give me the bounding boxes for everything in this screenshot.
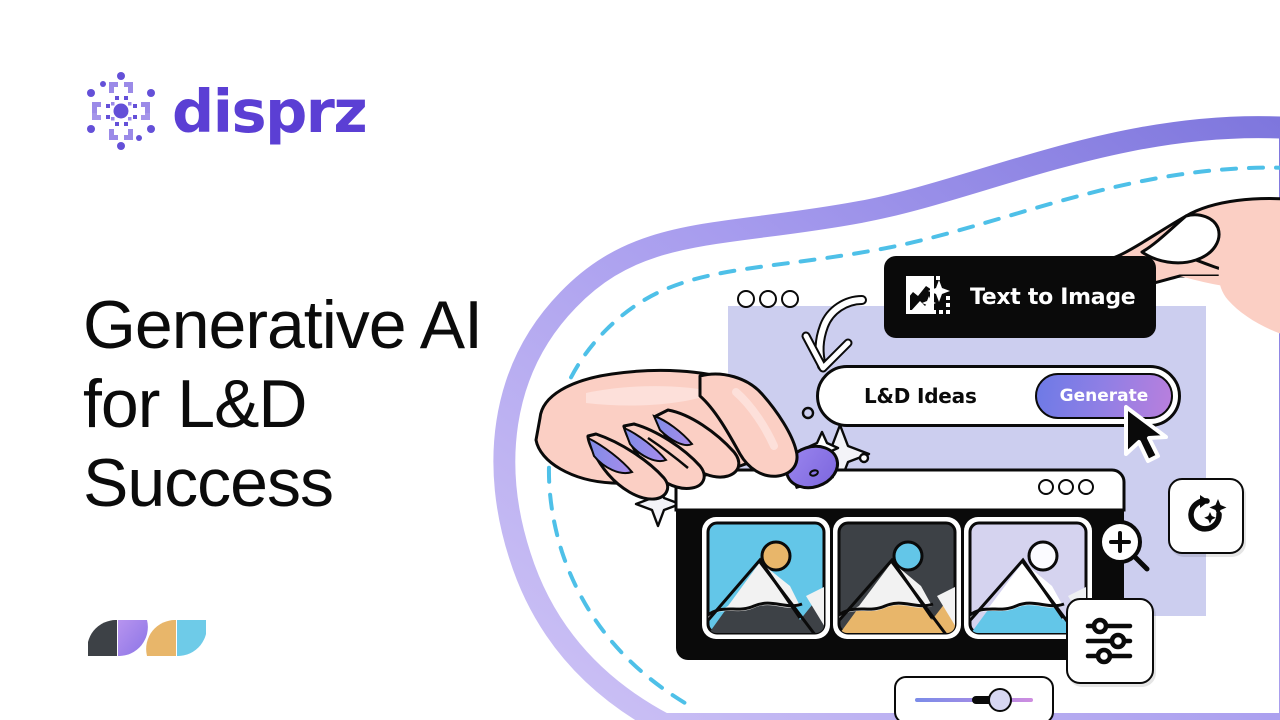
regenerate-button[interactable] [1168,478,1244,554]
regenerate-sparkle-icon [1188,495,1227,532]
sliders-settings-icon [1085,617,1133,665]
text-to-image-card[interactable]: Text to Image [884,256,1156,338]
thumbnail-2[interactable] [833,517,961,652]
brand-logo[interactable]: disprz [82,70,368,152]
thumbnail-1[interactable] [702,517,830,652]
disprz-particle-mark [87,72,155,150]
brand-wordmark: disprz [172,76,368,146]
prompt-input-value[interactable]: L&D Ideas [864,384,1035,408]
image-sparkle-icon [906,276,950,314]
slide-canvas: Text to Image L&D Ideas Generate disprz … [0,0,1280,720]
intensity-slider[interactable] [894,676,1054,720]
mouse-pointer-icon [1124,405,1168,463]
results-window-dots [1038,479,1094,495]
settings-button[interactable] [1066,598,1154,684]
slider-track[interactable] [915,688,1033,712]
text-to-image-label: Text to Image [970,284,1136,310]
panel-window-dots [737,290,799,308]
slider-knob[interactable] [987,688,1012,712]
disprz-quarter-circles-mark [88,620,206,656]
page-title: Generative AI for L&D Success [83,286,483,521]
